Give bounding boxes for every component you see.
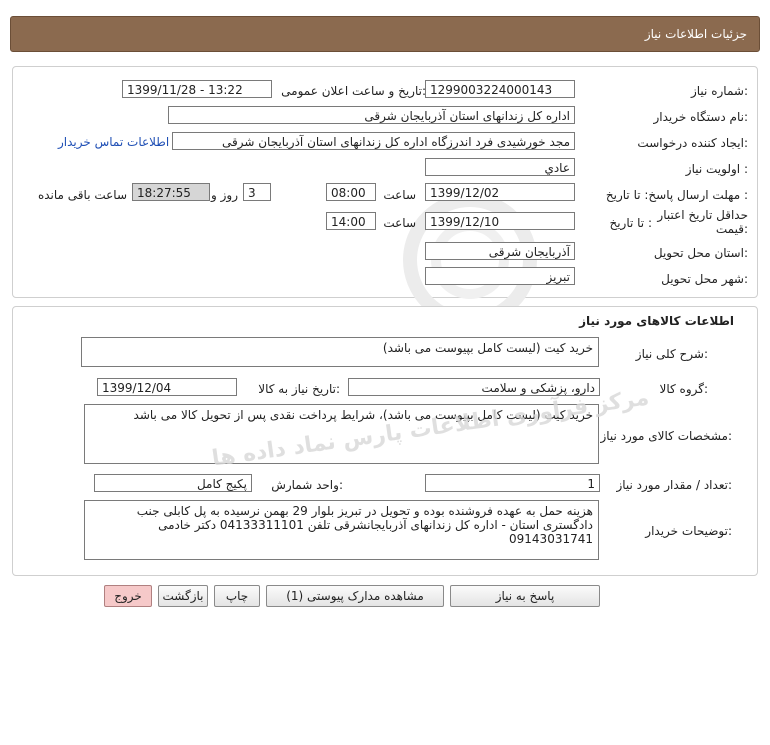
unit-field: پکیج کامل	[94, 474, 252, 492]
summary-field: خرید کیت (لیست کامل بپیوست می باشد)	[81, 337, 599, 367]
deadline-time-label: ساعت	[383, 188, 416, 202]
goods-group-field: دارو، پزشکی و سلامت	[348, 378, 600, 396]
province-field: آذربایجان شرقی	[425, 242, 575, 260]
time-remaining-label: ساعت باقی مانده	[37, 188, 127, 202]
price-time-label: ساعت	[383, 216, 416, 230]
deadline-time-field: 08:00	[326, 183, 376, 201]
priority-label: اولویت نیاز :	[685, 162, 748, 176]
buyer-contact-link[interactable]: اطلاعات تماس خریدار	[58, 135, 169, 149]
days-label: روز و	[211, 188, 238, 202]
buyer-notes-field: هزینه حمل به عهده فروشنده بوده و تحویل د…	[84, 500, 599, 560]
quantity-field: 1	[425, 474, 600, 492]
buyer-notes-label: توضیحات خریدار:	[645, 524, 732, 538]
summary-label: شرح کلی نیاز:	[635, 347, 708, 361]
price-validity-label: حداقل تاریخ اعتبار	[657, 208, 748, 222]
need-number-field: 1299003224000143	[425, 80, 575, 98]
print-button[interactable]: چاپ	[214, 585, 260, 607]
need-date-field: 1399/12/04	[97, 378, 237, 396]
days-remaining-field: 3	[243, 183, 271, 201]
back-button[interactable]: بازگشت	[158, 585, 208, 607]
price-validity-label-2: قیمت:	[715, 222, 748, 236]
reply-button[interactable]: پاسخ به نیاز	[450, 585, 600, 607]
price-to-date-label: تا تاریخ :	[609, 216, 652, 230]
page-header: جزئیات اطلاعات نیاز	[10, 16, 760, 52]
province-label: استان محل تحویل:	[653, 246, 748, 260]
creator-field: مجد خورشیدی فرد اندرزگاه اداره کل زندانه…	[172, 132, 575, 150]
need-date-label: تاریخ نیاز به کالا:	[258, 382, 340, 396]
deadline-date-field: 1399/12/02	[425, 183, 575, 201]
deadline-label: مهلت ارسال پاسخ: تا تاریخ :	[605, 188, 748, 202]
announce-datetime-field: 1399/11/28 - 13:22	[122, 80, 272, 98]
buyer-org-label: نام دستگاه خریدار:	[653, 110, 749, 124]
announce-label: تاریخ و ساعت اعلان عمومی:	[281, 84, 426, 98]
city-field: تبریز	[425, 267, 575, 285]
city-label: شهر محل تحویل:	[661, 272, 748, 286]
view-attachments-button[interactable]: مشاهده مدارک پیوستی (1)	[266, 585, 444, 607]
time-remaining-field: 18:27:55	[132, 183, 210, 201]
buyer-org-field: اداره کل زندانهای استان آذربایجان شرقی	[168, 106, 575, 124]
goods-section-title: اطلاعات کالاهای مورد نیاز	[579, 314, 734, 328]
need-info-panel	[12, 66, 758, 298]
quantity-label: تعداد / مقدار مورد نیاز:	[616, 478, 732, 492]
need-number-label: شماره نیاز:	[690, 84, 748, 98]
spec-label: مشخصات کالای مورد نیاز:	[600, 429, 732, 443]
unit-label: واحد شمارش:	[271, 478, 343, 492]
price-validity-date-field: 1399/12/10	[425, 212, 575, 230]
priority-field: عادي	[425, 158, 575, 176]
goods-group-label: گروه کالا:	[659, 382, 709, 396]
exit-button[interactable]: خروج	[104, 585, 152, 607]
page-title: جزئیات اطلاعات نیاز	[644, 27, 747, 41]
price-validity-time-field: 14:00	[326, 212, 376, 230]
creator-label: ایجاد کننده درخواست:	[637, 136, 748, 150]
